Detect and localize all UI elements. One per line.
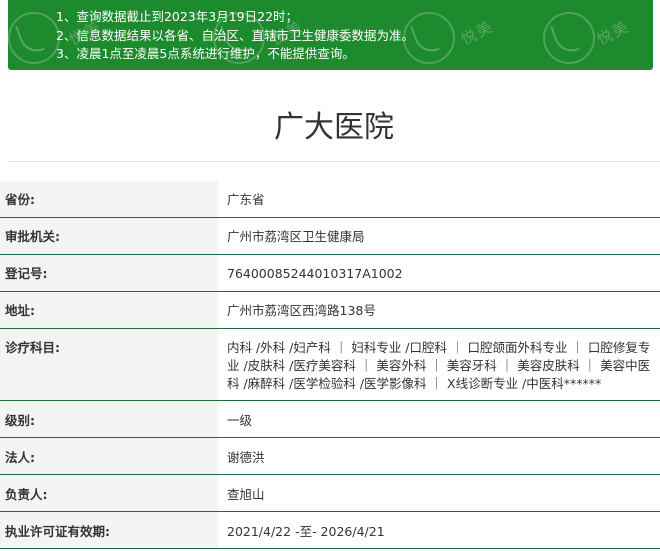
value-address: 广州市荔湾区西湾路138号 <box>218 292 660 328</box>
label-address: 地址: <box>0 292 218 328</box>
label-legal-person: 法人: <box>0 438 218 474</box>
value-province: 广东省 <box>218 181 660 217</box>
label-departments: 诊疗科目: <box>0 329 218 400</box>
hospital-title-row: 广大医院 <box>8 70 660 162</box>
info-row-license-valid: 执业许可证有效期: 2021/4/22 -至- 2026/4/21 <box>0 512 660 549</box>
info-row-departments: 诊疗科目: 内科 /外科 /妇产科 ｜ 妇科专业 /口腔科 ｜ 口腔颌面外科专业… <box>0 329 660 401</box>
watermark-text: 悦美 <box>458 17 497 49</box>
watermark-text: 悦美 <box>594 17 633 49</box>
label-level: 级别: <box>0 401 218 437</box>
watermark-logo-icon <box>403 12 455 64</box>
info-row-principal: 负责人: 查旭山 <box>0 475 660 512</box>
label-principal: 负责人: <box>0 475 218 511</box>
value-reg-no: 76400085244010317A1002 <box>218 255 660 291</box>
info-row-province: 省份: 广东省 <box>0 181 660 218</box>
value-departments: 内科 /外科 /妇产科 ｜ 妇科专业 /口腔科 ｜ 口腔颌面外科专业 ｜ 口腔修… <box>218 329 660 400</box>
info-row-authority: 审批机关: 广州市荔湾区卫生健康局 <box>0 218 660 255</box>
info-row-address: 地址: 广州市荔湾区西湾路138号 <box>0 292 660 329</box>
watermark-logo-icon <box>8 12 60 64</box>
value-principal: 查旭山 <box>218 475 660 511</box>
value-license-valid: 2021/4/22 -至- 2026/4/21 <box>218 512 660 548</box>
label-province: 省份: <box>0 181 218 217</box>
value-authority: 广州市荔湾区卫生健康局 <box>218 218 660 254</box>
label-reg-no: 登记号: <box>0 255 218 291</box>
notice-line-3: 3、凌晨1点至凌晨5点系统进行维护，不能提供查询。 <box>56 46 355 61</box>
watermark-logo-icon <box>213 12 265 64</box>
notice-banner: 1、查询数据截止到2023年3月19日22时； 2、信息数据结果以各省、自治区、… <box>8 0 653 70</box>
label-authority: 审批机关: <box>0 218 218 254</box>
watermark-logo-icon <box>543 12 595 64</box>
page-title: 广大医院 <box>274 110 394 145</box>
info-row-reg-no: 登记号: 76400085244010317A1002 <box>0 255 660 292</box>
value-level: 一级 <box>218 401 660 437</box>
label-license-valid: 执业许可证有效期: <box>0 512 218 548</box>
info-row-level: 级别: 一级 <box>0 401 660 438</box>
info-row-legal-person: 法人: 谢德洪 <box>0 438 660 475</box>
value-legal-person: 谢德洪 <box>218 438 660 474</box>
